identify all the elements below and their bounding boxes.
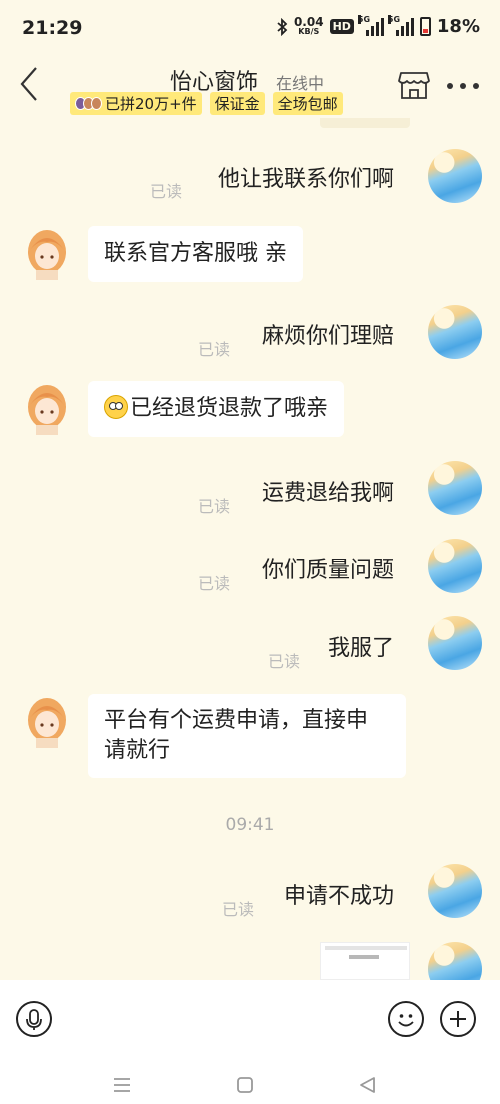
- nav-back-icon[interactable]: [358, 1076, 376, 1094]
- outgoing-message[interactable]: 申请不成功: [284, 878, 394, 910]
- status-bar: 21:29 0.04 KB/S HD 5G 5G 18%: [0, 0, 500, 56]
- incoming-message-text: 已经退货退款了哦亲: [130, 396, 329, 421]
- my-avatar[interactable]: [428, 864, 482, 918]
- store-icon[interactable]: [398, 70, 430, 100]
- outgoing-message[interactable]: 运费退给我啊: [262, 475, 394, 507]
- smiley-icon[interactable]: [388, 1001, 424, 1037]
- read-receipt: 已读: [222, 900, 255, 919]
- bluetooth-icon: [277, 17, 288, 36]
- sales-badge: 已拼20万+件: [70, 92, 202, 115]
- my-avatar[interactable]: [428, 942, 482, 980]
- free-shipping-badge: 全场包邮: [272, 92, 343, 115]
- hd-voice-badge: HD: [329, 19, 354, 34]
- incoming-message[interactable]: 联系官方客服哦 亲: [88, 226, 303, 282]
- my-avatar[interactable]: [428, 461, 482, 515]
- network-speed-value: 0.04: [293, 14, 324, 29]
- seller-avatar[interactable]: [22, 381, 72, 435]
- battery-icon: [419, 17, 431, 36]
- deposit-badge: 保证金: [209, 92, 265, 115]
- sim2-label: 5G: [387, 14, 401, 24]
- read-receipt: 已读: [150, 182, 183, 201]
- read-receipt: 已读: [268, 652, 301, 671]
- signal-icon-1: 5G: [357, 14, 384, 36]
- back-arrow-icon[interactable]: [16, 64, 42, 104]
- my-avatar[interactable]: [428, 616, 482, 670]
- incoming-message-line-2: 请就行: [104, 738, 171, 763]
- plus-icon[interactable]: [440, 1001, 476, 1037]
- status-time: 21:29: [22, 17, 83, 39]
- shop-badges: 已拼20万+件 保证金 全场包邮: [70, 92, 343, 115]
- network-speed-unit: KB/S: [298, 26, 320, 36]
- battery-percent: 18%: [436, 16, 480, 37]
- face-emoji-icon: [104, 395, 128, 419]
- input-bar: [0, 980, 500, 1058]
- previous-card-edge: [320, 118, 410, 128]
- read-receipt: 已读: [198, 574, 231, 593]
- sales-badge-text: 已拼20万+件: [105, 95, 197, 113]
- buyer-avatars: [75, 97, 102, 110]
- more-icon[interactable]: [446, 82, 480, 90]
- chat-header: 怡心窗饰 在线中 已拼20万+件 保证金 全场包邮: [0, 56, 500, 118]
- status-icons: 0.04 KB/S HD 5G 5G 18%: [276, 14, 480, 37]
- my-avatar[interactable]: [428, 149, 482, 203]
- message-timestamp: 09:41: [225, 815, 275, 835]
- outgoing-message[interactable]: 他让我联系你们啊: [218, 161, 394, 193]
- system-nav-bar: [0, 1058, 500, 1104]
- read-receipt: 已读: [198, 497, 231, 516]
- signal-icon-2: 5G: [387, 14, 414, 36]
- seller-avatar[interactable]: [22, 694, 72, 748]
- incoming-message[interactable]: 平台有个运费申请，直接申 请就行: [88, 694, 406, 778]
- my-avatar[interactable]: [428, 305, 482, 359]
- chat-area[interactable]: 已读 他让我联系你们啊 联系官方客服哦 亲 已读 麻烦你们理赔 已经退货退款了哦…: [0, 118, 500, 980]
- sim1-label: 5G: [357, 14, 371, 24]
- outgoing-message[interactable]: 麻烦你们理赔: [262, 318, 394, 350]
- screenshot-message[interactable]: [320, 942, 410, 980]
- seller-avatar[interactable]: [22, 226, 72, 280]
- read-receipt: 已读: [198, 340, 231, 359]
- microphone-icon[interactable]: [16, 1001, 52, 1037]
- incoming-message-text: 联系官方客服哦 亲: [104, 241, 287, 266]
- home-icon[interactable]: [236, 1076, 254, 1094]
- incoming-message-line-1: 平台有个运费申请，直接申: [104, 708, 369, 733]
- outgoing-message[interactable]: 我服了: [328, 630, 394, 662]
- network-speed: 0.04 KB/S: [293, 14, 324, 36]
- recent-apps-icon[interactable]: [112, 1076, 132, 1094]
- outgoing-message[interactable]: 你们质量问题: [262, 552, 394, 584]
- my-avatar[interactable]: [428, 539, 482, 593]
- incoming-message[interactable]: 已经退货退款了哦亲: [88, 381, 345, 437]
- online-status: 在线中: [276, 74, 325, 93]
